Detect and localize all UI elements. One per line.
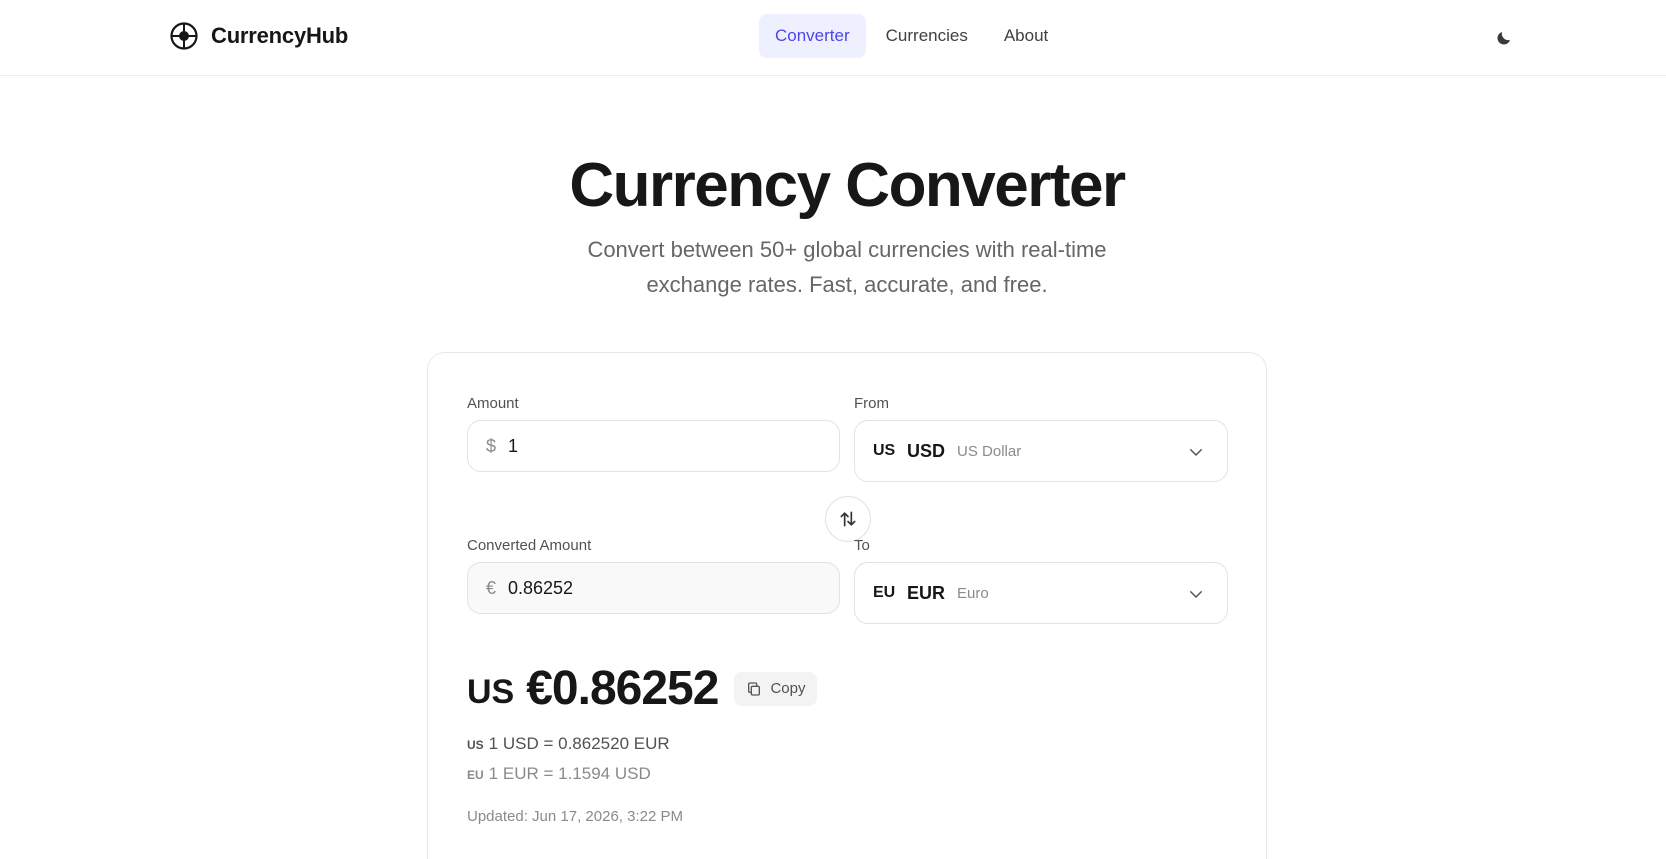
converted-value: 0.86252	[508, 577, 574, 598]
from-code: USD	[907, 440, 946, 461]
amount-currency-symbol: $	[486, 435, 497, 456]
converted-currency-symbol: €	[486, 577, 497, 598]
page-subtitle: Convert between 50+ global currencies wi…	[587, 237, 1107, 297]
rate-inverse-text: 1 EUR = 1.1594 USD	[488, 764, 651, 783]
rate-primary: US 1 USD = 0.862520 EUR	[467, 734, 670, 754]
to-label: To	[854, 537, 870, 554]
theme-toggle-button[interactable]	[1490, 24, 1518, 52]
amount-label: Amount	[467, 395, 519, 412]
copy-button[interactable]: Copy	[734, 671, 818, 706]
to-flag: EU	[873, 584, 896, 601]
swap-arrows-icon	[840, 511, 856, 527]
top-header: CurrencyHub Converter Currencies About	[0, 0, 1666, 76]
copy-label: Copy	[770, 680, 806, 697]
from-label: From	[854, 395, 889, 412]
nav-currencies[interactable]: Currencies	[870, 14, 984, 58]
rate-inverse: EU 1 EUR = 1.1594 USD	[467, 764, 651, 784]
converter-card: Amount $ 1 From US USD US Dollar Convert…	[427, 352, 1267, 859]
swap-currencies-button[interactable]	[825, 496, 871, 542]
updated-timestamp: Updated: Jun 17, 2026, 3:22 PM	[467, 808, 683, 825]
main-nav: Converter Currencies About	[759, 14, 1064, 58]
brand[interactable]: CurrencyHub	[169, 20, 348, 52]
from-name: US Dollar	[957, 442, 1022, 460]
nav-converter[interactable]: Converter	[759, 14, 866, 58]
rate-primary-text: 1 USD = 0.862520 EUR	[488, 734, 670, 753]
page-title: Currency Converter	[569, 151, 1126, 220]
converted-amount-field[interactable]: € 0.86252	[467, 562, 840, 614]
brand-logo-icon	[170, 22, 198, 50]
conversion-result: US €0.86252 Copy	[467, 661, 818, 716]
result-flag: US	[467, 673, 515, 711]
amount-input[interactable]: $ 1	[467, 420, 840, 472]
rate-primary-flag: US	[467, 738, 484, 752]
from-flag: US	[873, 442, 896, 459]
chevron-down-icon	[1190, 591, 1202, 598]
copy-icon	[748, 681, 761, 696]
to-code: EUR	[907, 582, 946, 603]
moon-icon	[1497, 32, 1510, 45]
rate-inverse-flag: EU	[467, 768, 484, 782]
from-currency-select[interactable]: US USD US Dollar	[854, 420, 1228, 482]
converted-amount-label: Converted Amount	[467, 537, 592, 554]
to-currency-select[interactable]: EU EUR Euro	[854, 562, 1228, 624]
nav-about[interactable]: About	[988, 14, 1064, 58]
result-value: €0.86252	[526, 662, 719, 715]
chevron-down-icon	[1190, 449, 1202, 456]
brand-name: CurrencyHub	[211, 23, 349, 48]
amount-value: 1	[508, 435, 519, 456]
to-name: Euro	[957, 584, 989, 602]
